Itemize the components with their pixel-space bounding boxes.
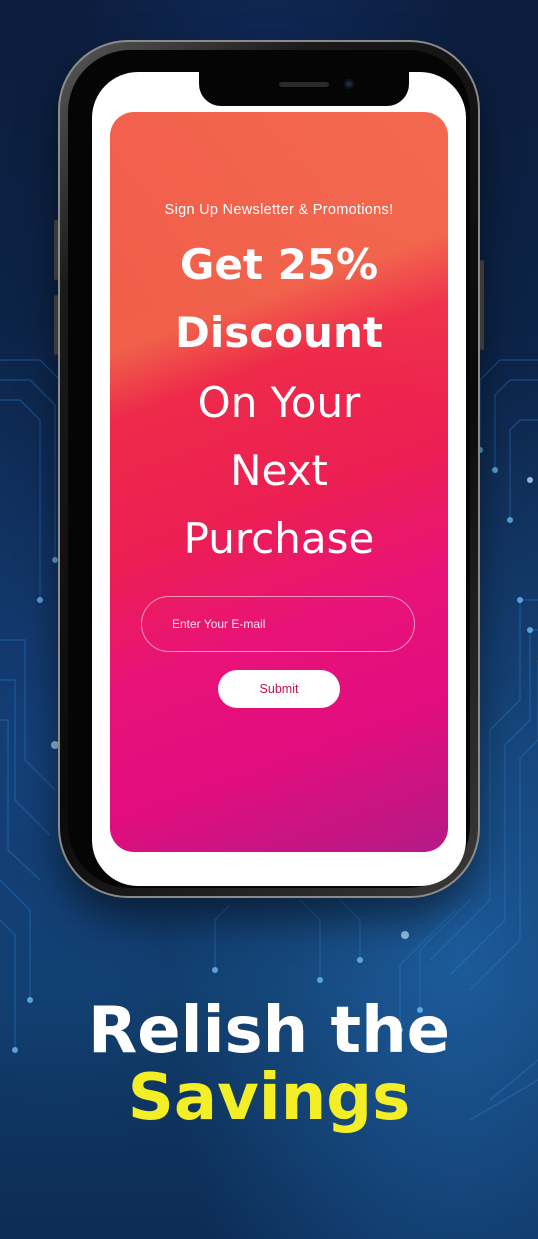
headline-line-4: Next	[230, 446, 328, 495]
phone-bezel: Sign Up Newsletter & Promotions! Get 25%…	[68, 50, 470, 888]
phone-screen: Sign Up Newsletter & Promotions! Get 25%…	[92, 72, 466, 886]
phone-frame: Sign Up Newsletter & Promotions! Get 25%…	[54, 40, 484, 898]
phone-side-button	[54, 295, 58, 355]
headline-line-3: On Your	[197, 378, 361, 427]
headline-line-1: Get 25%	[179, 240, 379, 289]
camera-icon	[344, 79, 354, 89]
speaker-icon	[279, 82, 329, 87]
headline-line-2: Discount	[175, 308, 383, 357]
submit-button[interactable]: Submit	[218, 670, 340, 708]
tagline-line-2: Savings	[127, 1061, 411, 1135]
promo-card: Sign Up Newsletter & Promotions! Get 25%…	[110, 112, 448, 852]
headline-line-5: Purchase	[183, 514, 375, 563]
phone-side-button	[54, 220, 58, 280]
tagline-line-1: Relish the	[87, 994, 451, 1068]
promo-subtitle: Sign Up Newsletter & Promotions!	[164, 202, 394, 218]
phone-side-button	[480, 260, 484, 350]
email-input[interactable]	[141, 596, 415, 652]
phone-notch	[199, 72, 409, 106]
